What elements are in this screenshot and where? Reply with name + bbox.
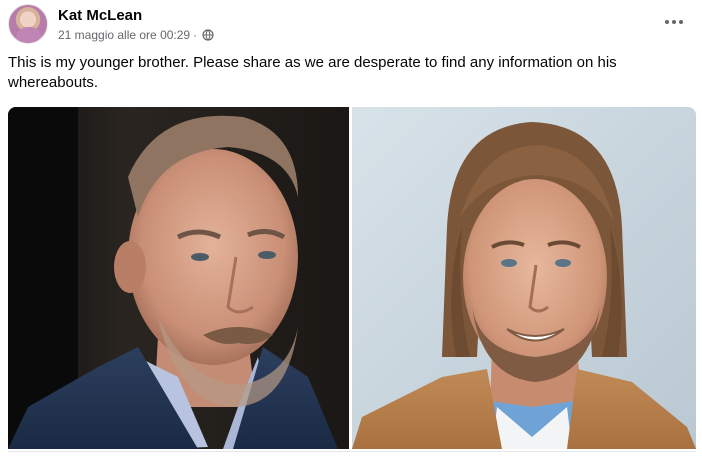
photo-grid bbox=[8, 107, 696, 449]
more-options-icon[interactable] bbox=[660, 12, 688, 32]
globe-icon[interactable] bbox=[202, 29, 214, 41]
post-caption: This is my younger brother. Please share… bbox=[8, 54, 617, 91]
post-header: Kat McLean 21 maggio alle ore 00:29 · bbox=[8, 4, 694, 44]
author-name[interactable]: Kat McLean bbox=[58, 7, 142, 24]
meta-separator: · bbox=[193, 28, 198, 42]
photo-right[interactable] bbox=[352, 107, 696, 449]
more-dot bbox=[672, 20, 676, 24]
facebook-post: Kat McLean 21 maggio alle ore 00:29 · Th… bbox=[0, 0, 702, 464]
photo-left[interactable] bbox=[8, 107, 349, 449]
author-avatar[interactable] bbox=[8, 4, 48, 44]
man-portrait-light-background bbox=[352, 107, 696, 449]
man-portrait-dark-background bbox=[8, 107, 349, 449]
more-dot bbox=[679, 20, 683, 24]
post-divider bbox=[8, 451, 696, 452]
post-timestamp[interactable]: 21 maggio alle ore 00:29 bbox=[58, 28, 190, 42]
post-meta: 21 maggio alle ore 00:29 · bbox=[58, 28, 214, 42]
more-dot bbox=[665, 20, 669, 24]
